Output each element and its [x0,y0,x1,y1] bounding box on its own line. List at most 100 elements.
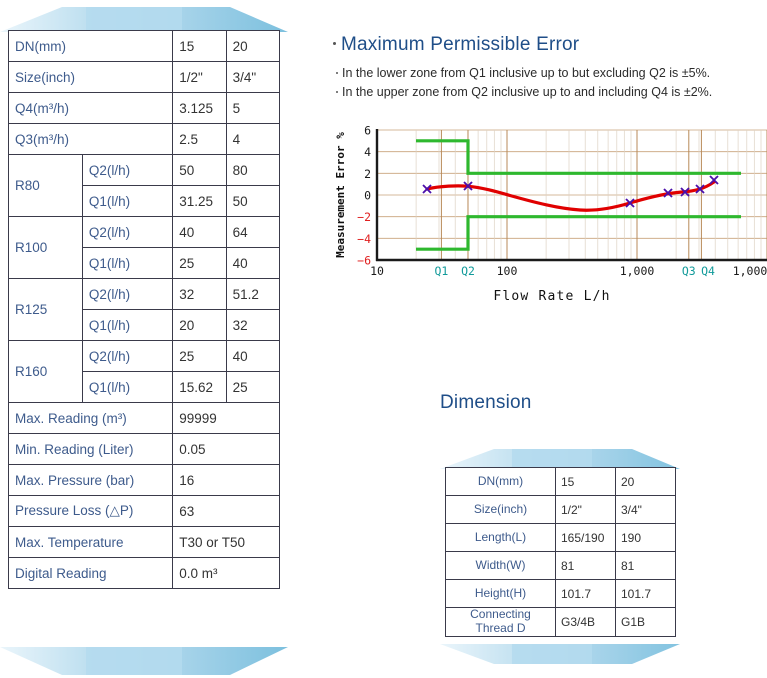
row-label: Pressure Loss (△P) [7,495,174,527]
mpe-title-text: Maximum Permissible Error [341,34,580,55]
dim-value-dn15: 1/2" [555,495,616,524]
y-tick-neg4: −4 [357,232,371,246]
row-label: Max. Temperature [7,526,174,558]
x-tick-q1: Q1 [434,264,448,278]
chart-x-axis-title: Flow Rate L/h [493,289,610,304]
x-tick-q2: Q2 [461,264,475,278]
row-value-dn15: 25 [172,340,227,372]
ratio-group-label-r125: R125 [8,278,83,341]
row-value-dn20: 50 [225,185,281,217]
table-row: R125 Q2(l/h) 32 51.2 [8,278,281,341]
dim-row-label: Width(W) [445,551,556,580]
x-tick-1000: 1,000 [620,264,655,278]
row-value-dn15: 3.125 [172,92,227,124]
y-tick-6: 6 [364,124,371,138]
row-label: Size(inch) [7,61,174,93]
table-row: Size(inch) 1/2" 3/4" [7,61,281,93]
specification-table-body: DN(mm) 15 20 Size(inch) 1/2" 3/4" Q4(m³/… [7,30,281,589]
table-row: R160 Q2(l/h) 25 40 [8,340,281,403]
dim-value-dn15: 81 [555,551,616,580]
dim-value-dn20: 81 [615,551,676,580]
row-label: Q1(l/h) [81,371,174,403]
specification-panel: DN(mm) 15 20 Size(inch) 1/2" 3/4" Q4(m³/… [0,0,300,678]
row-value: 0.05 [172,433,280,465]
row-value-dn15: 31.25 [172,185,227,217]
row-value-dn20: 3/4" [225,61,281,93]
chart-x-tick-labels: 10 Q1 Q2 100 1,000 Q3 Q4 1,000 [370,264,767,278]
y-tick-neg6: −6 [357,254,371,268]
chart-svg: 6 4 2 0 −2 −4 −6 Measurement Error % 10 … [334,124,767,304]
ratio-group-label-r100: R100 [8,216,83,279]
dim-value-dn20: 190 [615,523,676,552]
table-row: Connecting Thread D G3/4B G1B [445,607,676,637]
table-row: R100 Q2(l/h) 40 64 [8,216,281,279]
row-label: Q1(l/h) [81,247,174,279]
x-tick-q3: Q3 [682,264,696,278]
row-label: Q2(l/h) [81,216,174,248]
dim-row-label: Connecting Thread D [445,607,556,637]
row-label: Q2(l/h) [81,340,174,372]
row-value-dn15: 15.62 [172,371,227,403]
dimension-table-body: DN(mm) 15 20 Size(inch) 1/2" 3/4" Length… [445,467,676,637]
row-value: T30 or T50 [172,526,280,558]
dim-value-dn15: 15 [555,467,616,496]
table-row: Max. Temperature T30 or T50 [7,526,280,558]
table-row: DN(mm) 15 20 [445,467,676,496]
row-label: Q2(l/h) [81,154,174,186]
row-value-dn15: 32 [172,278,227,310]
row-value: 16 [172,464,280,496]
y-tick-2: 2 [364,167,371,181]
table-row: Max. Reading (m³) 99999 [7,402,280,434]
ratio-group-label-r80: R80 [8,154,83,217]
row-value-dn15: 50 [172,154,227,186]
table-row: Width(W) 81 81 [445,551,676,580]
row-value-dn20: 5 [225,92,281,124]
chart-y-tick-labels: 6 4 2 0 −2 −4 −6 [357,124,371,268]
x-tick-q4: Q4 [701,264,715,278]
row-value: 99999 [172,402,280,434]
dimension-table: DN(mm) 15 20 Size(inch) 1/2" 3/4" Length… [445,467,676,637]
row-value-dn20: 64 [225,216,281,248]
y-tick-4: 4 [364,145,371,159]
measurement-error-chart: 6 4 2 0 −2 −4 −6 Measurement Error % 10 … [330,120,767,310]
table-row: Q3(m³/h) 2.5 4 [7,123,281,155]
row-value-dn20: 4 [225,123,281,155]
row-label: Q1(l/h) [81,309,174,341]
row-value-dn15: 1/2" [172,61,227,93]
table-row: Height(H) 101.7 101.7 [445,579,676,608]
table-row: R80 Q2(l/h) 50 80 [8,154,281,217]
x-tick-10000: 1,000 [733,264,767,278]
ratio-group-label-r160: R160 [8,340,83,403]
dimension-section-title: Dimension [440,392,532,413]
dim-value-dn15: 101.7 [555,579,616,608]
dimension-banner-bottom [440,643,680,667]
mpe-note-lower-text: In the lower zone from Q1 inclusive up t… [342,66,711,80]
dim-value-dn20: 101.7 [615,579,676,608]
table-row: Min. Reading (Liter) 0.05 [7,433,280,465]
row-value-dn15: 40 [172,216,227,248]
row-value-dn15: 2.5 [172,123,227,155]
mpe-note-upper-text: In the upper zone from Q2 inclusive up t… [342,85,713,99]
row-label: Min. Reading (Liter) [7,433,174,465]
decorative-banner-top [0,3,288,33]
row-label: Max. Pressure (bar) [7,464,174,496]
bullet-dot-icon [336,90,338,93]
table-row: Digital Reading 0.0 m³ [7,557,280,589]
table-row: DN(mm) 15 20 [7,30,281,62]
row-value: 0.0 m³ [172,557,280,589]
row-label: Q4(m³/h) [7,92,174,124]
row-value-dn15: 20 [172,309,227,341]
chart-y-axis-title: Measurement Error % [334,132,347,258]
row-label: Digital Reading [7,557,174,589]
dim-row-label: Length(L) [445,523,556,552]
table-row: Pressure Loss (△P) 63 [7,495,280,527]
row-value-dn20: 25 [225,371,281,403]
row-value-dn20: 80 [225,154,281,186]
specification-table: DN(mm) 15 20 Size(inch) 1/2" 3/4" Q4(m³/… [7,30,281,589]
x-tick-10: 10 [370,264,384,278]
row-label: Q2(l/h) [81,278,174,310]
row-value-dn20: 32 [225,309,281,341]
row-value-dn20: 51.2 [225,278,281,310]
dim-row-label: DN(mm) [445,467,556,496]
x-tick-100: 100 [497,264,518,278]
